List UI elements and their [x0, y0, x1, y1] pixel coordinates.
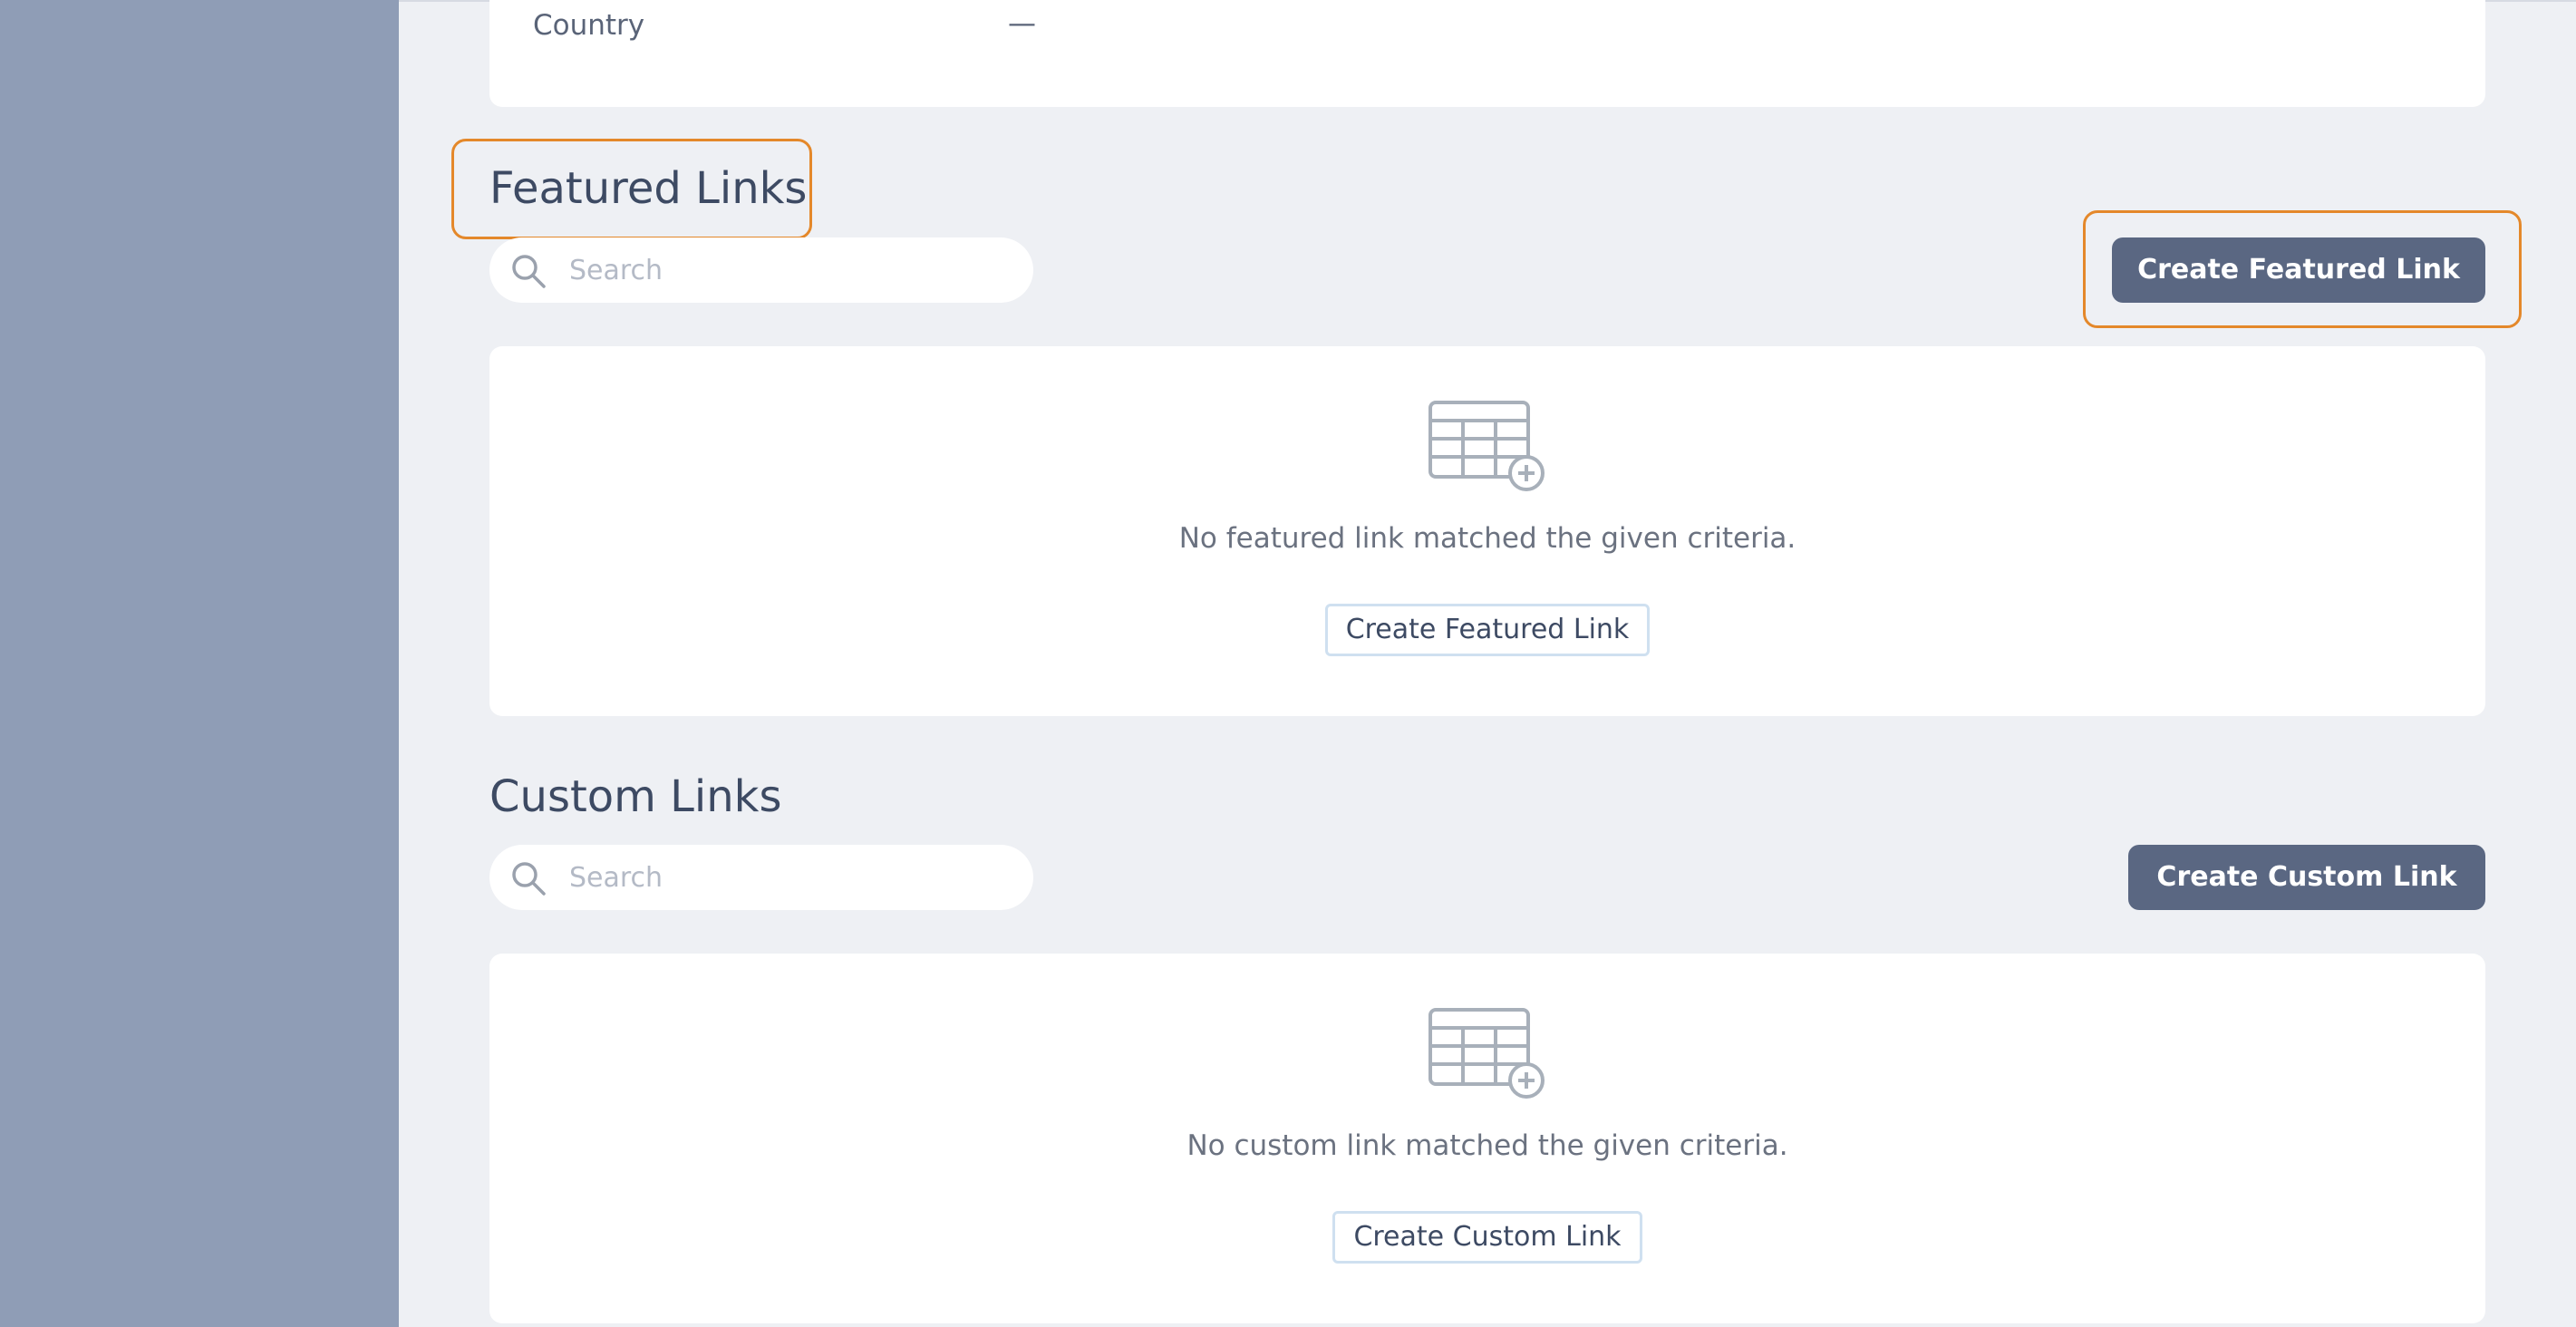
table-add-icon	[1428, 401, 1545, 491]
table-add-icon	[1428, 1008, 1545, 1099]
custom-empty-message: No custom link matched the given criteri…	[1186, 1129, 1788, 1162]
search-icon	[512, 862, 546, 896]
featured-links-title: Featured Links	[489, 163, 808, 214]
sidebar	[0, 0, 399, 1327]
custom-links-empty-card: No custom link matched the given criteri…	[489, 954, 2485, 1323]
featured-search-input[interactable]	[567, 237, 1012, 303]
country-label: Country	[533, 9, 645, 42]
create-featured-link-button[interactable]: Create Featured Link	[2112, 237, 2485, 303]
featured-search[interactable]	[489, 237, 1033, 303]
empty-create-custom-link-button[interactable]: Create Custom Link	[1332, 1211, 1642, 1264]
empty-create-featured-link-button[interactable]: Create Featured Link	[1325, 604, 1650, 656]
featured-links-empty-card: No featured link matched the given crite…	[489, 346, 2485, 716]
custom-links-title: Custom Links	[489, 771, 782, 822]
custom-search[interactable]	[489, 845, 1033, 910]
custom-search-input[interactable]	[567, 845, 1012, 910]
country-value: —	[1008, 7, 1036, 40]
details-card: Country —	[489, 0, 2485, 107]
create-custom-link-button[interactable]: Create Custom Link	[2128, 845, 2485, 910]
featured-empty-message: No featured link matched the given crite…	[1178, 522, 1796, 555]
search-icon	[512, 255, 546, 288]
